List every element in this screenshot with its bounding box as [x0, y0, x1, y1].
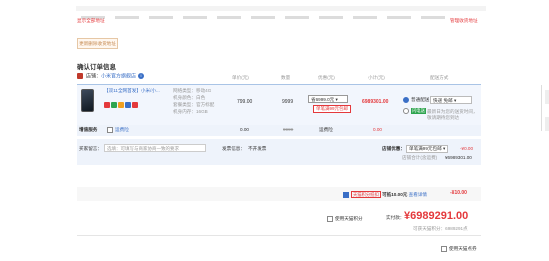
store-icon [77, 73, 83, 79]
radio-icon[interactable] [403, 97, 409, 103]
badge-icon [132, 101, 138, 108]
shop-total-value: ¥6989301.00 [445, 155, 472, 160]
service-subtotal: 0.00 [373, 127, 382, 132]
points-gain: 可获天猫积分：6989291点 [413, 226, 468, 231]
chevron-down-icon: ▾ [453, 98, 457, 103]
side-tab[interactable] [545, 90, 549, 104]
shop-row: 店铺：小米官方旗舰店 i [77, 73, 145, 80]
badge-icon [111, 101, 117, 108]
invoice-value[interactable]: 不开发票 [248, 146, 266, 152]
service-label: 增值服务 [79, 127, 98, 132]
message-label: 买家留言： [79, 146, 102, 151]
product-attr: 机身内存：16GB [173, 109, 208, 114]
badge-icon [125, 101, 131, 108]
product-subtotal: 6989301.00 [362, 99, 389, 105]
product-attr: 套餐类型：官方标配 [173, 102, 215, 107]
use-points[interactable]: 使用天猫积分 [327, 216, 363, 222]
shipping-normal[interactable]: 普通配送 [403, 97, 429, 103]
shipping-lightning[interactable]: 闪电送 [403, 108, 426, 115]
shop-discount-select[interactable]: 单笔满99元包邮 ▾ [406, 145, 449, 153]
badge-icon [104, 101, 110, 108]
coupon-row[interactable]: 天猫积分抵扣 可抵10.00元 查看详情 [343, 191, 427, 198]
col-subtotal: 小计(元) [368, 75, 385, 80]
product-qty[interactable]: 9999 [282, 99, 293, 106]
col-shipping: 配送方式 [430, 75, 449, 80]
service-qty: 9999 [283, 127, 294, 132]
shop-discount-value: -¥0.00 [460, 146, 474, 151]
service-promo: 运费险 [319, 127, 333, 132]
promo-tag: 单笔满99元包邮 [313, 105, 352, 113]
info-icon[interactable]: i [138, 73, 145, 79]
checkbox-icon[interactable] [327, 216, 333, 222]
chevron-down-icon: ▾ [335, 97, 338, 102]
shop-label: 店铺： [86, 73, 102, 80]
product-image[interactable] [81, 89, 94, 112]
product-attr: 机身颜色：白色 [173, 95, 206, 100]
divider [77, 235, 481, 236]
coupon-detail-link[interactable]: 查看详情 [409, 192, 427, 197]
coupon-value: -¥10.00 [450, 190, 467, 196]
col-qty: 数量 [281, 75, 291, 80]
show-all-address-link[interactable]: 显示全部地址 [77, 18, 105, 24]
radio-icon[interactable] [403, 108, 409, 114]
product-price: 799.00 [237, 99, 253, 105]
shipping-lightning-text: 最新日为您的送货时间，敬请期待您到达 [427, 109, 478, 120]
shipping-select[interactable]: 快递 免邮 ▾ [430, 96, 472, 104]
message-input[interactable]: 选填：可填写与商家协商一致的要求 [104, 144, 206, 152]
product-attr: 网络类型：移动4G [173, 88, 212, 93]
shop-name[interactable]: 小米官方旗舰店 [101, 73, 136, 79]
service-row [77, 125, 481, 136]
product-badges [104, 96, 139, 114]
shop-discount-label: 店铺优惠： [382, 146, 405, 151]
chevron-down-icon: ▾ [442, 146, 446, 151]
page-title: 确认订单信息 [77, 64, 116, 71]
total-value: ¥6989291.00 [404, 210, 469, 222]
scroll-edge [541, 85, 542, 131]
col-price: 单价(元) [232, 75, 249, 80]
col-promo: 优惠(元) [318, 75, 335, 80]
checkbox-icon[interactable] [107, 127, 113, 133]
shop-total-label: 店铺合计(含运费) [402, 155, 438, 160]
use-coupon[interactable]: 使用天猫点券 [441, 246, 477, 252]
checkbox-icon[interactable] [343, 191, 349, 198]
badge-icon [118, 101, 124, 108]
product-title[interactable]: 【双11全网首发】小米/小... [104, 88, 160, 94]
address-strip [76, 6, 486, 19]
service-price: 0.00 [240, 127, 249, 132]
checkbox-icon[interactable] [441, 246, 447, 252]
manage-address-link[interactable]: 管理收货地址 [450, 18, 478, 24]
edit-address-button[interactable]: 更新删除收货地址 [77, 38, 118, 49]
invoice-label: 发票信息： [222, 146, 245, 151]
side-tab[interactable] [545, 117, 549, 131]
service-option[interactable]: 运费险 [107, 127, 129, 133]
total-label: 实付款： [386, 215, 405, 220]
promo-select[interactable]: 省6999.0元 ▾ [308, 95, 348, 103]
